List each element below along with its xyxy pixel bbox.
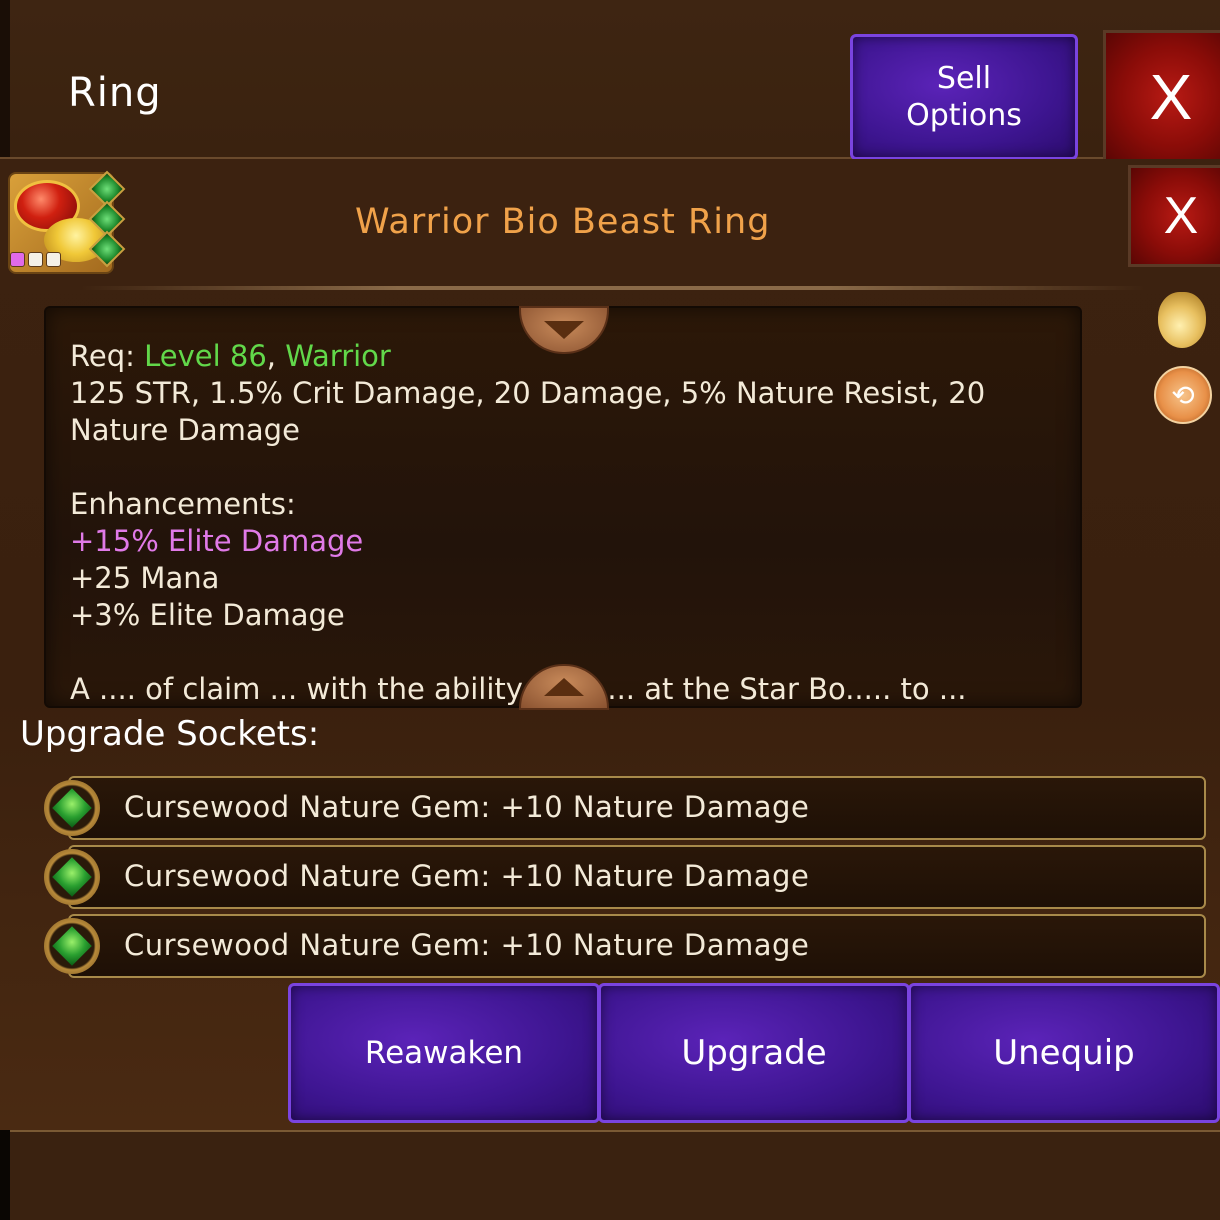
req-prefix: Req:: [70, 339, 145, 373]
stats-line: 125 STR, 1.5% Crit Damage, 20 Damage, 5%…: [70, 376, 986, 447]
reawaken-button[interactable]: Reawaken: [288, 983, 600, 1123]
top-bar: Ring Sell Options X: [0, 0, 1220, 164]
swap-icon[interactable]: ⟲: [1154, 366, 1212, 424]
chevron-down-icon: [544, 321, 584, 339]
rarity-pips: [10, 252, 64, 271]
sell-options-label: Sell Options: [906, 61, 1022, 133]
rarity-pip: [46, 252, 61, 267]
money-bag-icon[interactable]: [1158, 292, 1206, 348]
unequip-button[interactable]: Unequip: [908, 983, 1220, 1123]
req-class: Warrior: [285, 339, 391, 373]
enhancements-title: Enhancements:: [70, 487, 296, 521]
enhancement-line: +3% Elite Damage: [70, 598, 345, 632]
socket-label: Cursewood Nature Gem: +10 Nature Damage: [124, 859, 810, 893]
nature-gem-icon: [44, 849, 100, 905]
close-icon: X: [1149, 61, 1193, 133]
upgrade-sockets-title: Upgrade Sockets:: [20, 714, 320, 754]
upgrade-button[interactable]: Upgrade: [598, 983, 910, 1123]
rarity-pip: [10, 252, 25, 267]
nature-gem-icon: [44, 780, 100, 836]
socket-label: Cursewood Nature Gem: +10 Nature Damage: [124, 790, 810, 824]
item-description-box[interactable]: Req: Level 86, Warrior 125 STR, 1.5% Cri…: [44, 306, 1082, 708]
chevron-up-icon: [544, 678, 584, 696]
left-edge-bottom: [0, 1130, 10, 1220]
item-description: Req: Level 86, Warrior 125 STR, 1.5% Cri…: [70, 338, 1060, 706]
upgrade-label: Upgrade: [681, 1033, 827, 1073]
socket-row[interactable]: Cursewood Nature Gem: +10 Nature Damage: [68, 776, 1206, 840]
socket-row[interactable]: Cursewood Nature Gem: +10 Nature Damage: [68, 914, 1206, 978]
enhancement-line: +15% Elite Damage: [70, 524, 364, 558]
page-title: Ring: [68, 70, 162, 116]
rarity-pip: [28, 252, 43, 267]
item-name: Warrior Bio Beast Ring: [355, 202, 771, 242]
close-window-button[interactable]: X: [1103, 30, 1220, 164]
unequip-label: Unequip: [993, 1033, 1135, 1073]
sell-options-button[interactable]: Sell Options: [850, 34, 1078, 160]
green-gem-icon: [88, 230, 126, 268]
socket-row[interactable]: Cursewood Nature Gem: +10 Nature Damage: [68, 845, 1206, 909]
socketed-gems-indicator: [88, 170, 126, 268]
req-level: Level 86: [144, 339, 267, 373]
close-icon: X: [1163, 187, 1199, 245]
left-edge: [0, 0, 10, 157]
enhancement-line: +25 Mana: [70, 561, 220, 595]
socket-label: Cursewood Nature Gem: +10 Nature Damage: [124, 928, 810, 962]
reawaken-label: Reawaken: [364, 1035, 524, 1071]
req-separator: ,: [266, 339, 286, 373]
divider: [78, 286, 1148, 290]
nature-gem-icon: [44, 918, 100, 974]
close-item-button[interactable]: X: [1128, 165, 1220, 267]
